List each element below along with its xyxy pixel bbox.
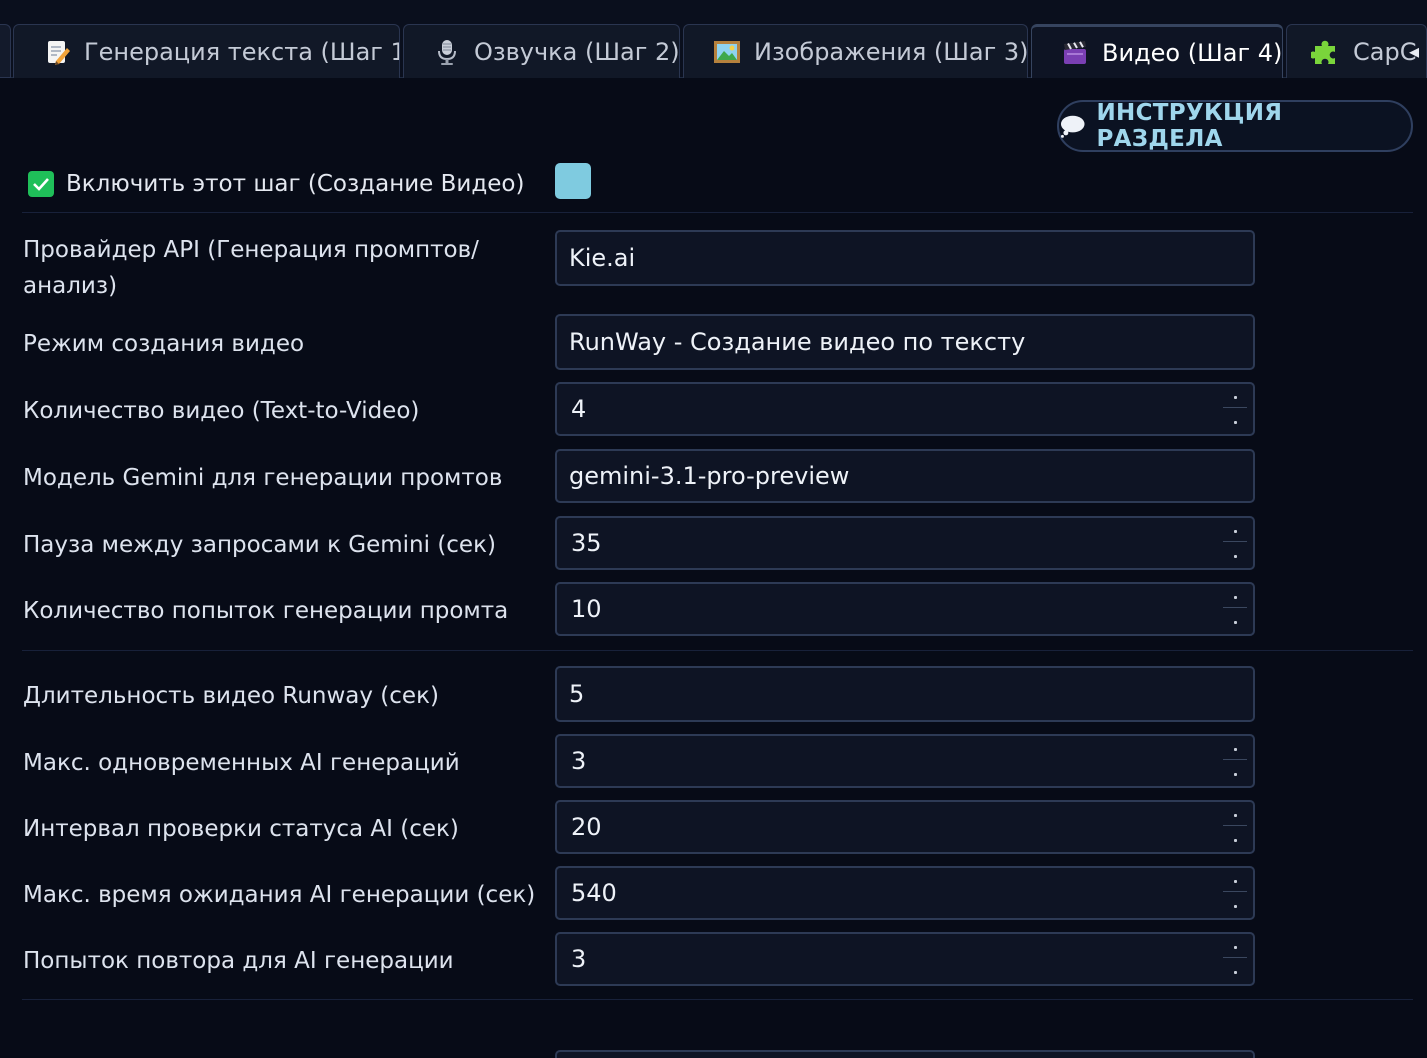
tab-bar: Генерация текста (Шаг 1) Озвучка (Шаг 2): [0, 0, 1427, 78]
decrement-button[interactable]: [1223, 830, 1247, 850]
field-value: 3: [571, 747, 587, 775]
spin-buttons: [1223, 388, 1247, 432]
microphone-icon: [432, 37, 462, 67]
instruction-button-label: ИНСТРУКЦИЯ РАЗДЕЛА: [1096, 100, 1283, 152]
runway-duration-field[interactable]: 5: [555, 666, 1255, 722]
max-concurrent-spinbox[interactable]: 3: [555, 734, 1255, 788]
decrement-button[interactable]: [1223, 896, 1247, 916]
enable-step-label: Включить этот шаг (Создание Видео): [66, 171, 525, 197]
increment-button[interactable]: [1223, 588, 1247, 608]
status-interval-label: Интервал проверки статуса AI (сек): [23, 816, 459, 842]
provider-api-field[interactable]: Kie.ai: [555, 230, 1255, 286]
prompt-attempts-spinbox[interactable]: 10: [555, 582, 1255, 636]
next-field-partial[interactable]: [555, 1050, 1255, 1058]
tab-scroll-stub: [0, 24, 11, 78]
speech-bubble-icon: [1060, 115, 1085, 138]
video-count-spinbox[interactable]: 4: [555, 382, 1255, 436]
decrement-button[interactable]: [1223, 412, 1247, 432]
tab-label: Видео (Шаг 4): [1102, 38, 1283, 67]
decrement-button[interactable]: [1223, 612, 1247, 632]
increment-button[interactable]: [1223, 740, 1247, 760]
field-value: 540: [571, 879, 617, 907]
clapper-board-icon: [1060, 38, 1090, 68]
tab-scroll-left-icon[interactable]: ◂: [1403, 38, 1425, 64]
spin-buttons: [1223, 522, 1247, 566]
field-value: 3: [571, 945, 587, 973]
section-instruction-button[interactable]: ИНСТРУКЦИЯ РАЗДЕЛА: [1057, 100, 1413, 152]
field-value: 4: [571, 395, 587, 423]
field-value: 20: [571, 813, 602, 841]
gemini-pause-label: Пауза между запросами к Gemini (сек): [23, 532, 496, 558]
field-value: 5: [569, 680, 585, 708]
memo-icon: [42, 37, 72, 67]
field-value: 10: [571, 595, 602, 623]
increment-button[interactable]: [1223, 806, 1247, 826]
enable-step-checkbox[interactable]: [28, 171, 54, 197]
status-interval-spinbox[interactable]: 20: [555, 800, 1255, 854]
video-mode-label: Режим создания видео: [23, 331, 305, 357]
tab-text-generation[interactable]: Генерация текста (Шаг 1): [13, 24, 400, 78]
video-step-panel: ИНСТРУКЦИЯ РАЗДЕЛА Включить этот шаг (Со…: [0, 78, 1427, 1058]
video-mode-field[interactable]: RunWay - Создание видео по тексту: [555, 314, 1255, 370]
tab-video[interactable]: Видео (Шаг 4): [1031, 24, 1283, 78]
tab-images[interactable]: Изображения (Шаг 3): [683, 24, 1028, 78]
increment-button[interactable]: [1223, 388, 1247, 408]
retry-attempts-spinbox[interactable]: 3: [555, 932, 1255, 986]
provider-api-label: Провайдер API (Генерация промптов/ анали…: [23, 237, 479, 299]
runway-duration-label: Длительность видео Runway (сек): [23, 683, 439, 709]
divider: [22, 999, 1413, 1000]
field-value: RunWay - Создание видео по тексту: [569, 328, 1026, 356]
prompt-attempts-label: Количество попыток генерации промта: [23, 598, 509, 624]
gemini-model-label: Модель Gemini для генерации промтов: [23, 465, 503, 491]
decrement-button[interactable]: [1223, 764, 1247, 784]
spin-buttons: [1223, 872, 1247, 916]
framed-picture-icon: [712, 37, 742, 67]
increment-button[interactable]: [1223, 872, 1247, 892]
field-value: gemini-3.1-pro-preview: [569, 462, 850, 490]
spin-buttons: [1223, 806, 1247, 850]
puzzle-piece-icon: [1309, 37, 1341, 67]
tab-label: Озвучка (Шаг 2): [474, 37, 680, 66]
video-count-label: Количество видео (Text-to-Video): [23, 398, 420, 424]
tab-label: Генерация текста (Шаг 1): [84, 37, 400, 66]
increment-button[interactable]: [1223, 938, 1247, 958]
max-wait-label: Макс. время ожидания AI генерации (сек): [23, 882, 536, 908]
tab-voiceover[interactable]: Озвучка (Шаг 2): [403, 24, 680, 78]
max-concurrent-label: Макс. одновременных AI генераций: [23, 750, 460, 776]
spin-buttons: [1223, 938, 1247, 982]
spin-buttons: [1223, 588, 1247, 632]
step-color-swatch[interactable]: [555, 163, 591, 199]
increment-button[interactable]: [1223, 522, 1247, 542]
divider: [22, 212, 1413, 213]
checkmark-icon: [33, 178, 49, 191]
decrement-button[interactable]: [1223, 962, 1247, 982]
gemini-pause-spinbox[interactable]: 35: [555, 516, 1255, 570]
enable-step-row: Включить этот шаг (Создание Видео): [28, 164, 524, 204]
retry-attempts-label: Попыток повтора для AI генерации: [23, 948, 454, 974]
divider: [22, 650, 1413, 651]
field-value: 35: [571, 529, 602, 557]
gemini-model-field[interactable]: gemini-3.1-pro-preview: [555, 449, 1255, 503]
spin-buttons: [1223, 740, 1247, 784]
decrement-button[interactable]: [1223, 546, 1247, 566]
field-value: Kie.ai: [569, 244, 636, 272]
tab-label: Изображения (Шаг 3): [754, 37, 1028, 66]
max-wait-spinbox[interactable]: 540: [555, 866, 1255, 920]
